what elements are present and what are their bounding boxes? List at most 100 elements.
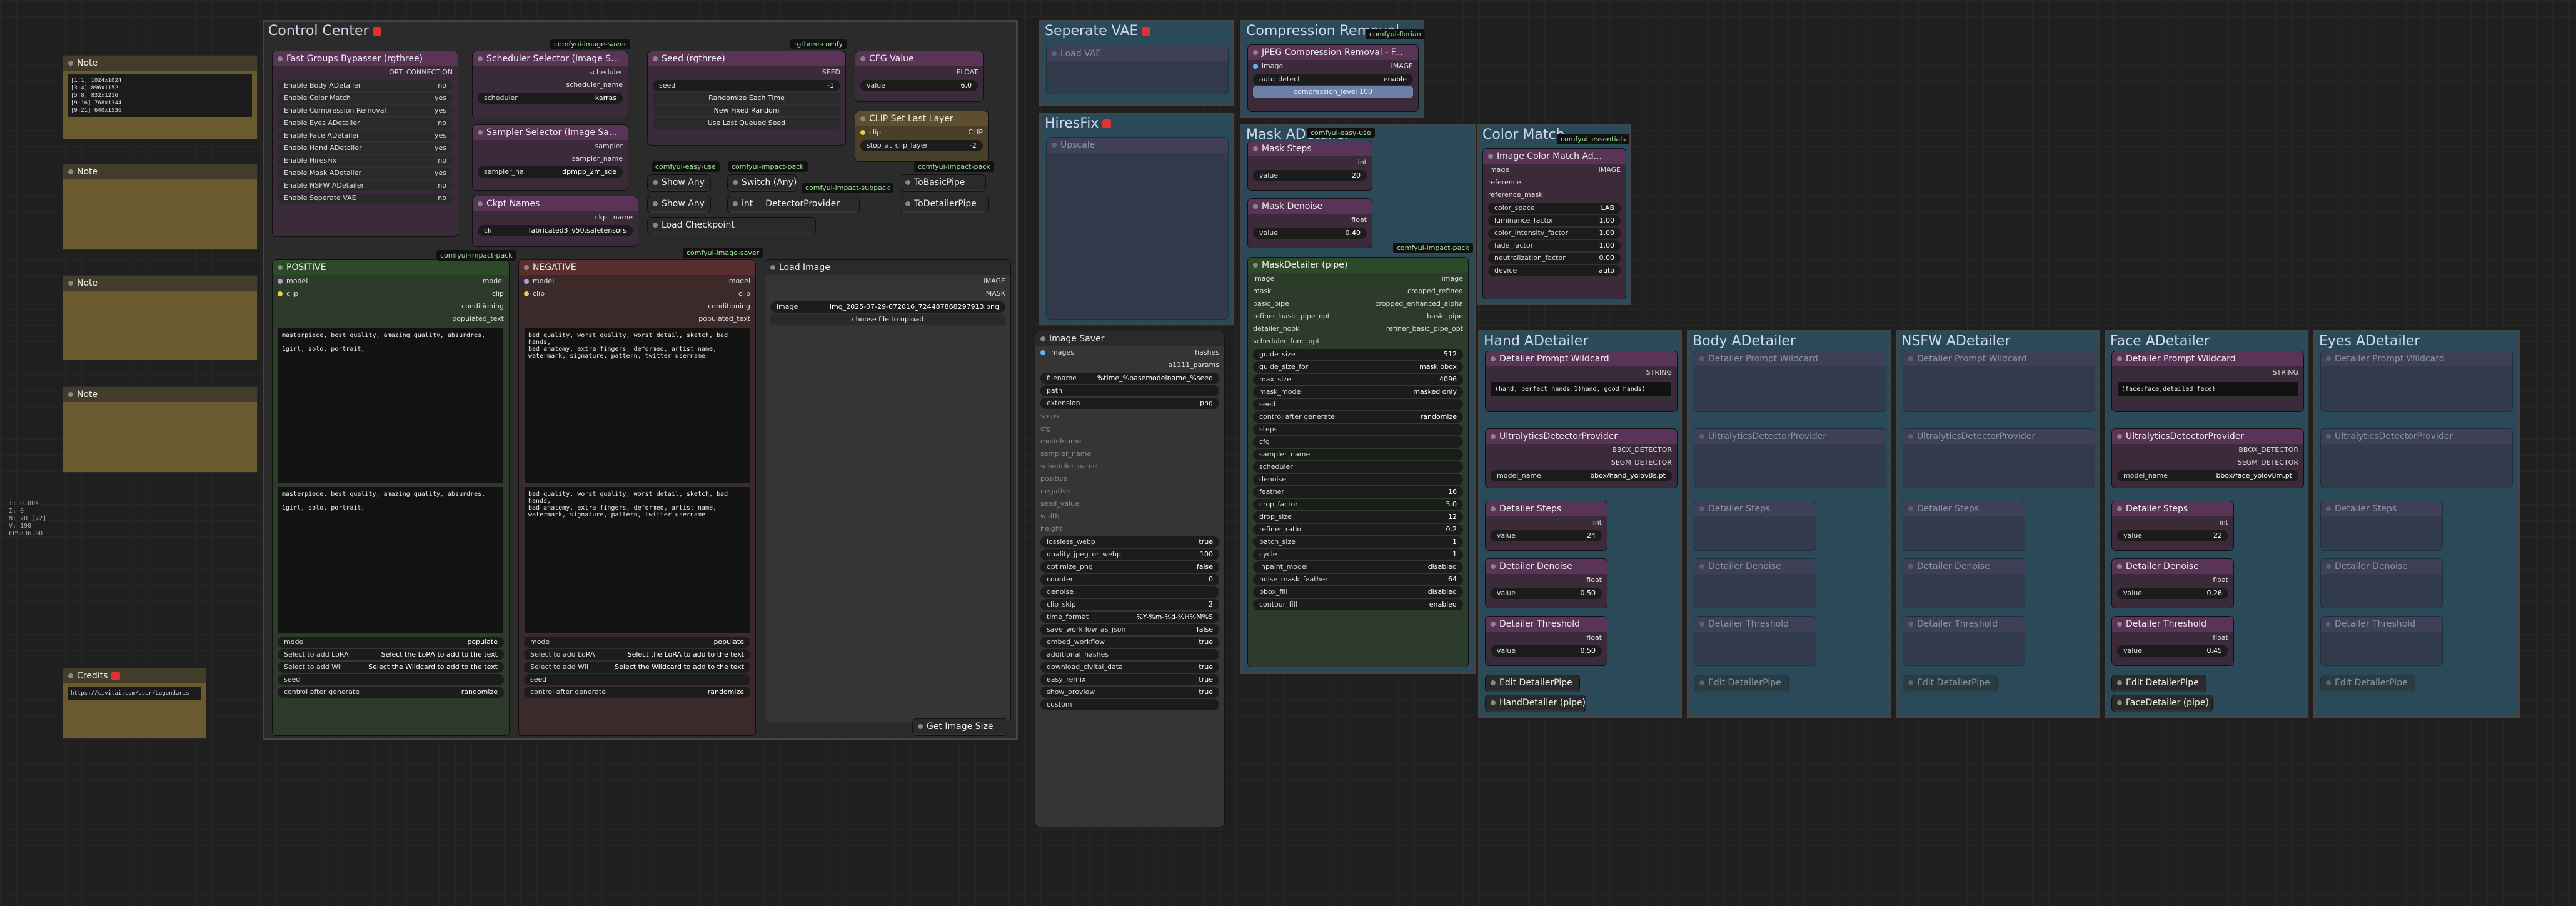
seed-widget[interactable]: seed -1 bbox=[653, 80, 840, 91]
io-slot[interactable]: clip CLIP bbox=[855, 126, 988, 139]
output-slot[interactable]: populated_text bbox=[273, 313, 509, 325]
fast-groups-bypasser-node[interactable]: Fast Groups Bypasser (rgthree) OPT_CONNE… bbox=[273, 51, 458, 236]
input-slot[interactable]: cfg bbox=[1035, 423, 1224, 435]
show-any-node[interactable]: Show Any bbox=[648, 175, 710, 191]
output-slot[interactable]: populated_text bbox=[519, 313, 755, 325]
ckpt-widget[interactable]: ck fabricated3_v50.safetensors bbox=[478, 225, 633, 236]
group-toggle[interactable]: Enable Eyes ADetailer no bbox=[278, 118, 453, 129]
upload-button[interactable]: choose file to upload bbox=[770, 314, 1005, 325]
jpeg-compression-removal-node[interactable]: JPEG Compression Removal - F... image IMA… bbox=[1248, 45, 1418, 111]
detailer-prompt-wildcard-node[interactable]: Detailer Prompt Wildcard bbox=[1903, 351, 2095, 411]
value-widget[interactable]: value 0.45 bbox=[2117, 645, 2228, 657]
value-widget[interactable]: value 24 bbox=[1491, 530, 1602, 541]
group-toggle[interactable]: Enable Body ADetailer no bbox=[278, 80, 453, 91]
detailer-steps-node[interactable]: Detailer Steps int value 24 bbox=[1486, 501, 1607, 550]
input-slot[interactable]: scheduler_name bbox=[1035, 460, 1224, 473]
output-slot[interactable]: BBOX_DETECTOR bbox=[1486, 444, 1677, 456]
output-slot[interactable]: ckpt_name bbox=[473, 211, 638, 224]
output-slot[interactable]: scheduler bbox=[473, 66, 628, 79]
credits-node[interactable]: Credits https://civitai.com/user/Legenda… bbox=[63, 668, 206, 739]
output-slot[interactable]: float bbox=[1248, 214, 1372, 226]
detailer-option-widget[interactable]: inpaint_model disabled bbox=[1253, 561, 1463, 573]
cfg-widget[interactable]: value 6.0 bbox=[860, 80, 978, 91]
detailer-option-widget[interactable]: seed bbox=[1253, 399, 1463, 410]
output-slot[interactable]: float bbox=[2112, 632, 2233, 644]
output-slot[interactable]: IMAGE bbox=[765, 275, 1010, 288]
ultralytics-detector-node[interactable]: UltralyticsDetectorProvider BBOX_DETECTOR… bbox=[2112, 429, 2303, 488]
path-widget[interactable]: path bbox=[1040, 385, 1219, 396]
edit-detailer-pipe-node[interactable]: Edit DetailerPipe bbox=[1903, 675, 1997, 692]
input-slot[interactable]: seed_value bbox=[1035, 498, 1224, 510]
detailer-option-widget[interactable]: batch_size 1 bbox=[1253, 536, 1463, 548]
edit-detailer-pipe-node[interactable]: Edit DetailerPipe bbox=[1486, 675, 1579, 692]
detailer-prompt-wildcard-node[interactable]: Detailer Prompt Wildcard bbox=[1694, 351, 1886, 411]
ultralytics-detector-node[interactable]: UltralyticsDetectorProvider bbox=[1903, 429, 2095, 488]
cfg-value-node[interactable]: CFG Value FLOAT value 6.0 bbox=[855, 51, 983, 101]
output-slot[interactable]: int bbox=[1248, 156, 1372, 169]
detailer-thresh-node[interactable]: Detailer Threshold bbox=[1903, 617, 2025, 665]
output-slot[interactable]: SEGM_DETECTOR bbox=[2112, 456, 2303, 469]
color-match-option-widget[interactable]: fade_factor 1.00 bbox=[1488, 240, 1621, 251]
output-slot[interactable]: int bbox=[1486, 516, 1607, 529]
detailer-option-widget[interactable]: guide_size_for mask bbox bbox=[1253, 361, 1463, 373]
detailer-steps-node[interactable]: Detailer Steps int value 22 bbox=[2112, 501, 2233, 550]
detector-provider-node[interactable]: int DetectorProvider bbox=[728, 196, 859, 213]
color-match-option-widget[interactable]: device auto bbox=[1488, 265, 1621, 276]
prompt-textarea[interactable]: bad quality, worst quality, worst detail… bbox=[524, 486, 750, 634]
saver-option-widget[interactable]: show_preview true bbox=[1040, 687, 1219, 698]
saver-option-widget[interactable]: counter 0 bbox=[1040, 574, 1219, 585]
saver-option-widget[interactable]: embed_workflow true bbox=[1040, 637, 1219, 648]
filename-widget[interactable]: filename %time_%basemodelname_%seed bbox=[1040, 373, 1219, 384]
use-last-seed-button[interactable]: Use Last Queued Seed bbox=[653, 118, 840, 129]
to-detailer-pipe-node[interactable]: ToDetailerPipe bbox=[900, 196, 988, 213]
group-toggle[interactable]: Enable Compression Removal yes bbox=[278, 105, 453, 116]
output-slot[interactable]: BBOX_DETECTOR bbox=[2112, 444, 2303, 456]
value-widget[interactable]: value 22 bbox=[2117, 530, 2228, 541]
output-slot[interactable]: conditioning bbox=[519, 300, 755, 313]
saver-option-widget[interactable]: easy_remix true bbox=[1040, 674, 1219, 685]
saver-option-widget[interactable]: optimize_png false bbox=[1040, 561, 1219, 573]
output-slot[interactable]: MASK bbox=[765, 288, 1010, 300]
negative-prompt-node[interactable]: NEGATIVE model model clip clip conditionin… bbox=[519, 260, 755, 735]
prompt-textarea[interactable]: bad quality, worst quality, worst detail… bbox=[524, 328, 750, 484]
wildcard-widget[interactable]: Select to add Wil Select the Wildcard to … bbox=[524, 662, 750, 673]
positive-prompt-node[interactable]: POSITIVE model model clip clip conditionin… bbox=[273, 260, 509, 735]
group-toggle[interactable]: Enable Mask ADetailer yes bbox=[278, 168, 453, 179]
io-slot[interactable]: image image bbox=[1248, 273, 1468, 285]
detailer-pipe-node[interactable]: FaceDetailer (pipe) bbox=[2112, 695, 2212, 712]
saver-option-widget[interactable]: lossless_webp true bbox=[1040, 536, 1219, 548]
detailer-option-widget[interactable]: bbox_fill disabled bbox=[1253, 586, 1463, 598]
io-slot[interactable]: mask cropped_refined bbox=[1248, 285, 1468, 298]
detailer-denoise-node[interactable]: Detailer Denoise bbox=[1903, 559, 2025, 608]
input-slot[interactable]: height bbox=[1035, 523, 1224, 535]
note-node[interactable]: Note [1:1] 1024x1024 [3:4] 896x1152 [5:8… bbox=[63, 55, 258, 139]
auto-detect-widget[interactable]: auto_detect enable bbox=[1253, 74, 1413, 85]
compression-level-slider[interactable]: compression_level 100 bbox=[1253, 86, 1413, 98]
detailer-option-widget[interactable]: cfg bbox=[1253, 436, 1463, 448]
load-vae-node[interactable]: Load VAE bbox=[1047, 46, 1228, 94]
extension-widget[interactable]: extension png bbox=[1040, 398, 1219, 409]
mask-steps-node[interactable]: Mask Steps int value 20 bbox=[1248, 141, 1372, 190]
edit-detailer-pipe-node[interactable]: Edit DetailerPipe bbox=[1694, 675, 1788, 692]
value-widget[interactable]: value 0.50 bbox=[1491, 645, 1602, 657]
detailer-steps-node[interactable]: Detailer Steps bbox=[1903, 501, 2025, 550]
ultralytics-detector-node[interactable]: UltralyticsDetectorProvider BBOX_DETECTOR… bbox=[1486, 429, 1677, 488]
group-toggle[interactable]: Enable Face ADetailer yes bbox=[278, 130, 453, 141]
io-slot[interactable]: model model bbox=[519, 275, 755, 288]
io-slot[interactable]: reference bbox=[1483, 176, 1626, 189]
detailer-option-widget[interactable]: refiner_ratio 0.2 bbox=[1253, 524, 1463, 535]
seed-widget[interactable]: seed bbox=[524, 674, 750, 685]
seed-widget[interactable]: seed bbox=[278, 674, 504, 685]
detailer-option-widget[interactable]: noise_mask_feather 64 bbox=[1253, 574, 1463, 585]
color-match-option-widget[interactable]: neutralization_factor 0.00 bbox=[1488, 253, 1621, 264]
io-slot[interactable]: image IMAGE bbox=[1248, 60, 1418, 73]
detailer-thresh-node[interactable]: Detailer Threshold float value 0.50 bbox=[1486, 617, 1607, 665]
detailer-option-widget[interactable]: mask_mode masked only bbox=[1253, 386, 1463, 398]
model-name-widget[interactable]: model_name bbox/face_yolov8m.pt bbox=[2117, 470, 2298, 481]
sampler-selector-node[interactable]: Sampler Selector (Image Sa... sampler sa… bbox=[473, 125, 628, 190]
upscale-node[interactable]: Upscale bbox=[1047, 138, 1228, 319]
clip-layer-widget[interactable]: stop_at_clip_layer -2 bbox=[860, 140, 983, 151]
output-slot[interactable]: FLOAT bbox=[855, 66, 983, 79]
output-slot[interactable]: float bbox=[2112, 574, 2233, 586]
mode-widget[interactable]: mode populate bbox=[278, 637, 504, 648]
